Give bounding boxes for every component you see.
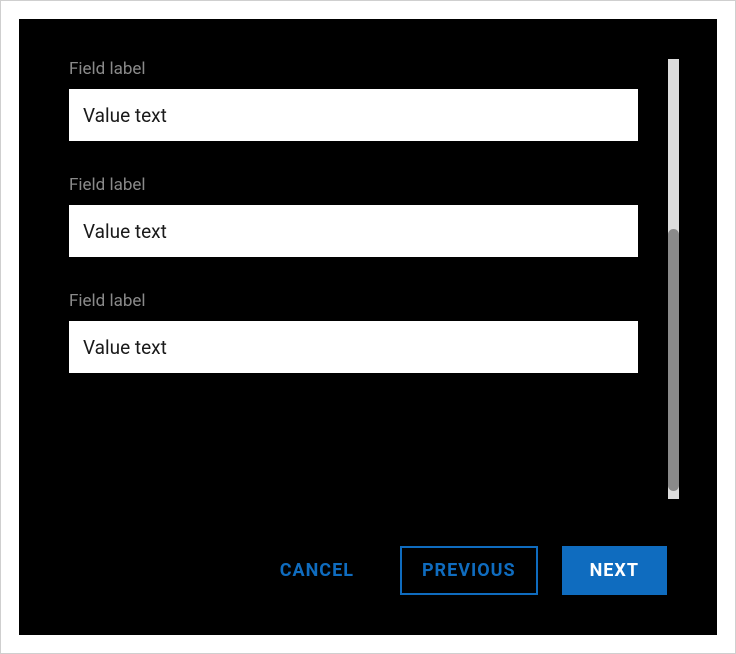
scrollbar-track[interactable] [668,59,679,499]
outer-frame: Field label Field label Field label Canc… [0,0,736,654]
field-input[interactable] [69,205,638,257]
dialog: Field label Field label Field label Canc… [19,19,717,635]
field-group: Field label [69,291,638,373]
field-group: Field label [69,175,638,257]
fields-container: Field label Field label Field label [69,59,668,526]
field-label: Field label [69,291,638,311]
field-input[interactable] [69,89,638,141]
field-input[interactable] [69,321,638,373]
scrollbar-thumb[interactable] [668,229,679,491]
button-bar: Cancel Previous Next [69,546,667,595]
field-group: Field label [69,59,638,141]
previous-button[interactable]: Previous [400,546,538,595]
field-label: Field label [69,59,638,79]
form-area: Field label Field label Field label [69,59,667,526]
field-label: Field label [69,175,638,195]
next-button[interactable]: Next [562,546,667,595]
cancel-button[interactable]: Cancel [258,546,376,595]
